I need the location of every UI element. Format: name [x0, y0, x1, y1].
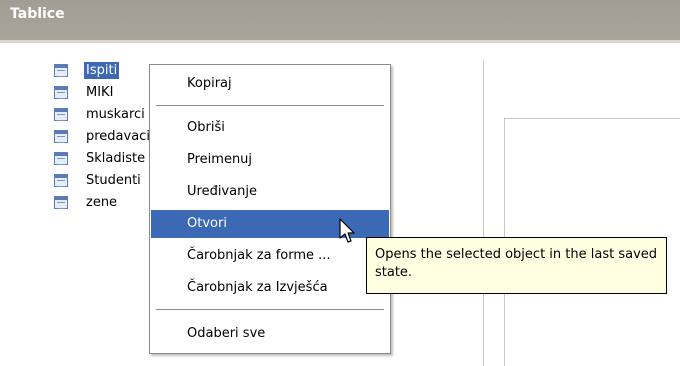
table-item-label: muskarci: [86, 107, 145, 122]
table-icon: [54, 108, 68, 121]
menu-item-carobnjak-forme[interactable]: Čarobnjak za forme ...: [151, 242, 389, 270]
table-item-label: zene: [86, 195, 118, 210]
menu-item-label: Obriši: [187, 120, 225, 135]
menu-item-obrisi[interactable]: Obriši: [151, 114, 389, 142]
menu-item-label: Otvori: [187, 216, 227, 231]
tooltip: Opens the selected object in the last sa…: [366, 237, 667, 294]
panel-header: Tablice: [0, 0, 680, 40]
table-icon: [54, 130, 68, 143]
menu-item-label: Uređivanje: [187, 184, 257, 199]
table-icon: [54, 196, 68, 209]
menu-item-label: Čarobnjak za forme ...: [187, 248, 331, 263]
table-icon: [54, 64, 68, 77]
mouse-pointer-icon: [339, 218, 355, 243]
menu-item-kopiraj[interactable]: Kopiraj: [151, 70, 389, 98]
header-underline: [0, 40, 680, 43]
menu-item-label: Odaberi sve: [187, 326, 266, 341]
menu-item-preimenuj[interactable]: Preimenuj: [151, 146, 389, 174]
table-icon: [54, 86, 68, 99]
table-item-label: MIKI: [86, 85, 114, 100]
table-item-label: Ispiti: [84, 62, 120, 79]
panel-title: Tablice: [10, 6, 65, 22]
menu-item-label: Kopiraj: [187, 76, 232, 91]
table-item-label: Skladiste: [86, 151, 146, 166]
menu-item-odaberi-sve[interactable]: Odaberi sve: [151, 320, 389, 348]
menu-separator: [156, 105, 384, 106]
context-menu: Kopiraj Obriši Preimenuj Uređivanje Otvo…: [149, 64, 391, 354]
tooltip-text: Opens the selected object in the last sa…: [375, 247, 658, 280]
table-icon: [54, 174, 68, 187]
table-item-label: Studenti: [86, 173, 141, 188]
menu-item-label: Preimenuj: [187, 152, 253, 167]
menu-item-carobnjak-izvjesca[interactable]: Čarobnjak za Izvješća: [151, 274, 389, 302]
menu-item-label: Čarobnjak za Izvješća: [187, 280, 328, 295]
table-icon: [54, 152, 68, 165]
panel-divider: [483, 60, 484, 366]
menu-item-uredivanje[interactable]: Uređivanje: [151, 178, 389, 206]
table-item-label: predavaci: [86, 129, 150, 144]
menu-separator: [156, 309, 384, 310]
